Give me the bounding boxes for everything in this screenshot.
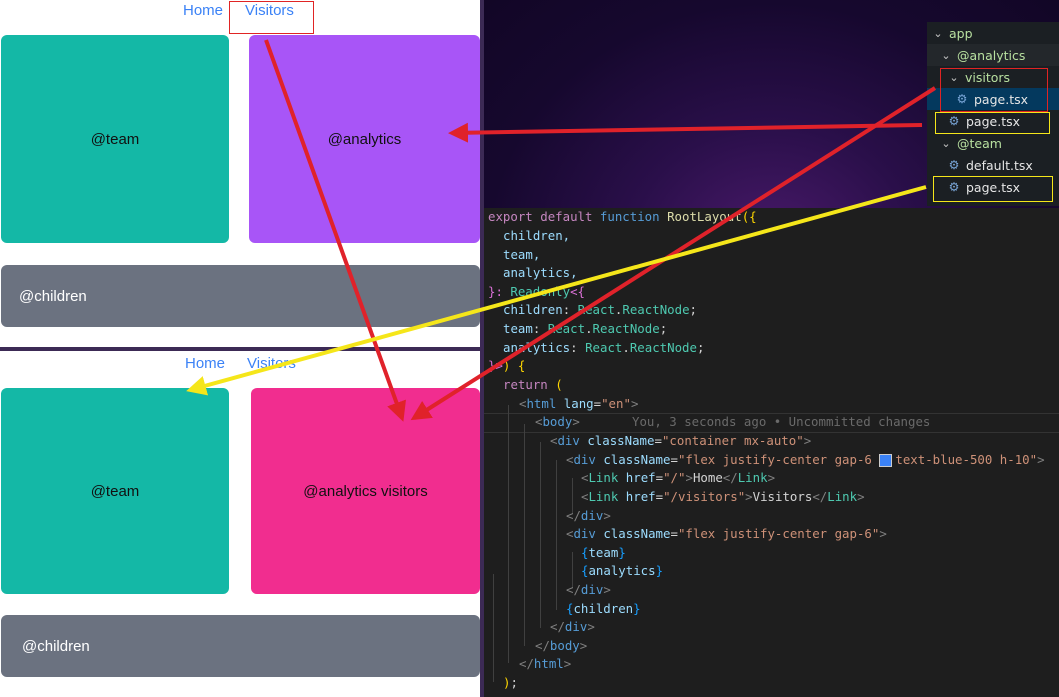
color-swatch[interactable] [879,454,893,467]
indent-guide [524,424,525,646]
code-line: {analytics} [581,563,664,578]
indent-guide [508,405,509,663]
code-line: <div className="container mx-auto"> [550,433,812,448]
code-line: <Link href="/visitors">Visitors</Link> [581,489,865,504]
code-line: </div> [566,508,611,523]
nav-link-home[interactable]: Home [185,355,225,372]
git-blame-annotation: You, 3 seconds ago • Uncommitted changes [632,414,931,429]
children-slot-label: @children [22,637,90,655]
analytics-visitors-slot-card: @analytics visitors [251,388,480,594]
code-line: <body> You, 3 seconds ago • Uncommitted … [535,414,931,429]
react-file-icon: ⚙ [948,158,960,172]
highlight-visitors-folder [940,68,1048,112]
chevron-down-icon: ⌄ [941,136,951,150]
team-slot-label: @team [90,482,140,500]
indent-guide [556,460,557,610]
code-line: ); [503,675,518,690]
nav-link-home[interactable]: Home [183,2,223,19]
analytics-visitors-slot-label: @analytics visitors [303,482,428,500]
indent-guide [493,574,494,682]
indent-guide [540,442,541,628]
code-line: </html> [519,656,572,671]
code-line: team: React.ReactNode; [503,321,668,336]
tree-folder-analytics[interactable]: ⌄ @analytics [927,44,1059,66]
code-line: <div className="flex justify-center gap-… [566,452,1045,467]
children-slot-label: @children [19,287,87,305]
code-line: team, [503,247,541,262]
highlight-analytics-page [935,112,1050,134]
tree-folder-team[interactable]: ⌄ @team [927,132,1059,154]
tree-folder-app[interactable]: ⌄ app [927,22,1059,44]
code-line: }: Readonly<{ [488,284,585,299]
code-line: <Link href="/">Home</Link> [581,470,776,485]
highlight-team-page [933,176,1053,202]
chevron-down-icon: ⌄ [941,48,951,62]
code-line: </div> [566,582,611,597]
code-line: }>) { [488,358,526,373]
tree-file-team-default[interactable]: ⚙ default.tsx [927,154,1059,176]
nav-link-visitors[interactable]: Visitors [247,355,296,372]
analytics-slot-card: @analytics [249,35,480,243]
code-line: <div className="flex justify-center gap-… [566,526,887,541]
children-slot-bar: @children [1,615,480,677]
code-line: analytics, [503,265,578,280]
children-slot-bar: @children [1,265,480,327]
browser-view-root: Home Visitors @team @analytics @children [0,0,482,347]
team-slot-label: @team [90,130,140,148]
code-line: return ( [503,377,563,392]
code-editor[interactable]: export default function RootLayout({ chi… [484,208,1059,697]
code-line: </body> [535,638,588,653]
code-line: </div> [550,619,595,634]
team-slot-card: @team [1,388,229,594]
browser-view-visitors: Home Visitors @team @analytics visitors … [0,351,482,697]
analytics-slot-label: @analytics [327,130,402,148]
code-line: {team} [581,545,626,560]
highlight-visitors-link [229,1,314,34]
code-line: <html lang="en"> [519,396,639,411]
code-line: {children} [566,601,641,616]
code-line: children, [503,228,571,243]
code-line: analytics: React.ReactNode; [503,340,705,355]
code-line: export default function RootLayout({ [488,209,757,224]
code-line: children: React.ReactNode; [503,302,697,317]
team-slot-card: @team [1,35,229,243]
chevron-down-icon: ⌄ [933,26,943,40]
